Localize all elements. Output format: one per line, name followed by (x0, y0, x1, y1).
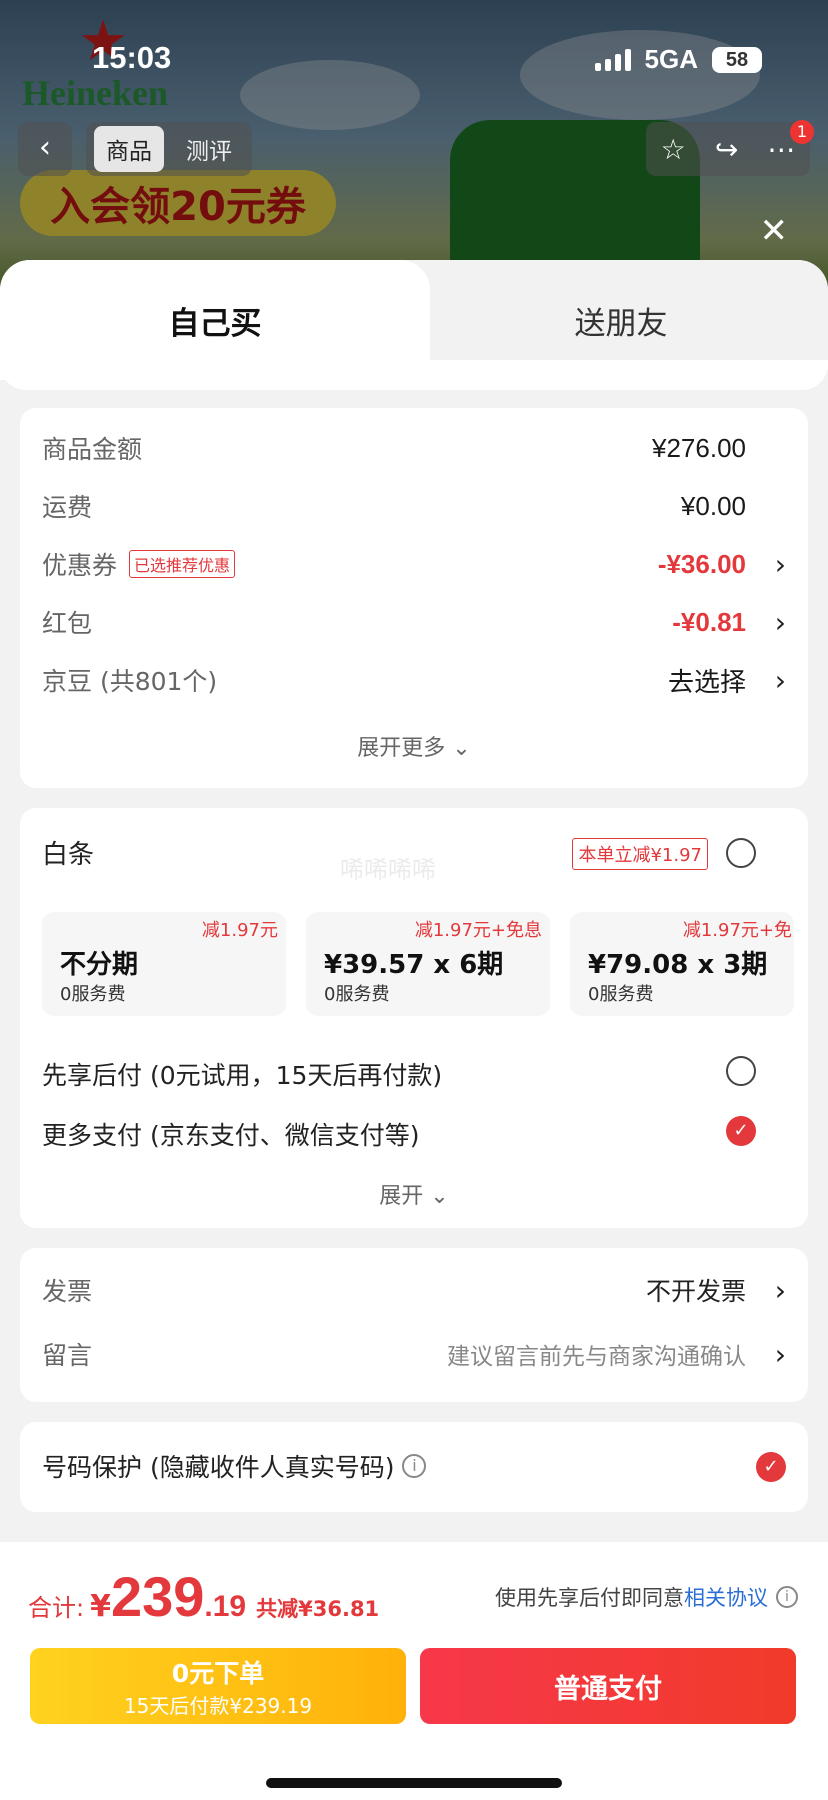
pay-later-order-button[interactable]: 0元下单 15天后付款¥239.19 (30, 1648, 406, 1724)
plan-tag: 减1.97元+免 (682, 920, 792, 941)
installment-plan[interactable]: 减1.97元+免息 ¥39.57 x 6期 0服务费 (306, 912, 550, 1016)
chevron-right-icon: › (774, 605, 786, 639)
row-label: 京豆 (共801个) (42, 667, 218, 696)
amount-summary-card: 商品金额 ¥276.00 运费 ¥0.00 优惠券 已选推荐优惠 -¥36.00… (20, 408, 808, 788)
amount-row-shipping: 运费 ¥0.00 (42, 488, 786, 524)
invoice-row[interactable]: 发票 不开发票 › (42, 1270, 786, 1310)
row-value: ¥0.00 (680, 490, 746, 521)
row-label: 红包 (42, 609, 93, 638)
agree-label: 使用先享后付即同意 (495, 1586, 684, 1610)
payment-method-card: 白条 唏唏唏唏 本单立减¥1.97 减1.97元 不分期 0服务费 减1.97元… (20, 808, 808, 1228)
plan-amount: 不分期 (60, 950, 139, 980)
tab-product[interactable]: 商品 (94, 126, 164, 172)
total-saved: 共减¥36.81 (256, 1597, 380, 1621)
more-payment-radio-checked[interactable]: ✓ (726, 1116, 756, 1146)
row-value: -¥36.00 (657, 548, 746, 579)
plan-fee: 0服务费 (60, 984, 126, 1005)
row-label: 运费 (42, 493, 93, 522)
chevron-right-icon: › (774, 663, 786, 697)
plan-amount: ¥39.57 x 6期 (324, 950, 504, 980)
row-label: 发票 (42, 1277, 93, 1306)
status-bar-right: 5GA 58 (594, 44, 762, 75)
agreement-text: 使用先享后付即同意 相关协议 i (495, 1582, 798, 1612)
chevron-right-icon: › (774, 1273, 786, 1307)
baitiao-radio[interactable] (726, 838, 756, 868)
installment-plan[interactable]: 减1.97元+免 ¥79.08 x 3期 0服务费 (570, 912, 794, 1016)
message-badge: 1 (790, 120, 814, 144)
share-icon[interactable]: ↪ (715, 133, 738, 166)
discount-tag: 本单立减¥1.97 (572, 838, 708, 870)
message-row[interactable]: 留言 建议留言前先与商家沟通确认 › (42, 1334, 786, 1374)
pay-later-option[interactable]: 先享后付 (0元试用，15天后再付款) (42, 1056, 442, 1092)
expand-label: 展开更多 (357, 736, 446, 761)
header-actions: ☆ ↪ ⋯ (646, 122, 810, 176)
row-value: 不开发票 (645, 1277, 746, 1306)
back-button[interactable]: ‹ (18, 122, 72, 176)
tab-buy-self[interactable]: 自己买 (0, 260, 430, 380)
chevron-down-icon: ⌄ (452, 736, 471, 761)
plan-tag: 减1.97元 (201, 920, 278, 941)
purchase-mode-tabs: 送朋友 自己买 (0, 260, 828, 390)
chevron-down-icon: ⌄ (430, 1184, 449, 1209)
number-protection-row[interactable]: 号码保护 (隐藏收件人真实号码) i (42, 1446, 786, 1486)
info-icon[interactable]: i (776, 1586, 798, 1608)
amount-row-goods: 商品金额 ¥276.00 (42, 430, 786, 466)
status-time: 15:03 (92, 40, 172, 75)
chevron-right-icon: › (774, 1337, 786, 1371)
agreement-link[interactable]: 相关协议 (684, 1582, 768, 1612)
row-label: 留言 (42, 1341, 93, 1370)
button-line-2: 15天后付款¥239.19 (123, 1694, 313, 1718)
close-icon[interactable]: ✕ (760, 214, 789, 248)
row-value: ¥276.00 (652, 432, 746, 463)
product-tabs: 商品 测评 (86, 122, 252, 176)
star-icon[interactable]: ☆ (661, 133, 686, 166)
row-value: 建议留言前先与商家沟通确认 (447, 1344, 746, 1370)
amount-row-redpacket[interactable]: 红包 -¥0.81 › (42, 604, 786, 640)
coupon-tag: 已选推荐优惠 (129, 550, 236, 578)
plan-tag: 减1.97元+免息 (414, 920, 542, 941)
total-label: 合计: (28, 1594, 85, 1622)
baitiao-title: 白条 (42, 840, 95, 870)
plan-fee: 0服务费 (324, 984, 390, 1005)
pay-later-radio[interactable] (726, 1056, 756, 1086)
row-label: 优惠券 (42, 551, 118, 580)
tab-reviews[interactable]: 测评 (174, 126, 244, 172)
number-protection-card: 号码保护 (隐藏收件人真实号码) i ✓ (20, 1422, 808, 1512)
info-icon[interactable]: i (402, 1454, 427, 1478)
network-label: 5GA (644, 44, 698, 74)
chevron-right-icon: › (774, 547, 786, 581)
number-protection-checkbox[interactable]: ✓ (756, 1452, 786, 1482)
order-total: 合计: ¥ 239 .19 共减¥36.81 (28, 1564, 379, 1629)
home-indicator[interactable] (266, 1778, 562, 1788)
row-value: 去选择 (667, 666, 746, 697)
watermark-text: 唏唏唏唏 (340, 856, 436, 884)
plan-fee: 0服务费 (588, 984, 654, 1005)
row-label: 号码保护 (隐藏收件人真实号码) (42, 1453, 395, 1482)
total-currency: ¥ (90, 1589, 111, 1624)
checkout-bottom-bar: 合计: ¥ 239 .19 共减¥36.81 使用先享后付即同意 相关协议 i … (0, 1542, 828, 1800)
expand-more-button[interactable]: 展开更多 ⌄ (20, 730, 808, 762)
battery-icon: 58 (712, 46, 762, 73)
total-decimal: .19 (204, 1590, 247, 1623)
installment-plan[interactable]: 减1.97元 不分期 0服务费 (42, 912, 286, 1016)
expand-payment-button[interactable]: 展开 ⌄ (20, 1178, 808, 1210)
total-integer: 239 (110, 1565, 205, 1628)
signal-icon (594, 48, 631, 71)
button-line-1: 0元下单 (171, 1659, 265, 1688)
plan-amount: ¥79.08 x 3期 (588, 950, 768, 980)
invoice-card: 发票 不开发票 › 留言 建议留言前先与商家沟通确认 › (20, 1248, 808, 1402)
tab-gift-friend[interactable]: 送朋友 (414, 260, 828, 380)
normal-pay-button[interactable]: 普通支付 (420, 1648, 796, 1724)
expand-label: 展开 (379, 1184, 424, 1209)
amount-row-jingdou[interactable]: 京豆 (共801个) 去选择 › (42, 662, 786, 698)
row-label: 商品金额 (42, 435, 143, 464)
row-value: -¥0.81 (672, 606, 746, 637)
amount-row-coupon[interactable]: 优惠券 已选推荐优惠 -¥36.00 › (42, 546, 786, 582)
more-payment-option[interactable]: 更多支付 (京东支付、微信支付等) (42, 1116, 419, 1152)
